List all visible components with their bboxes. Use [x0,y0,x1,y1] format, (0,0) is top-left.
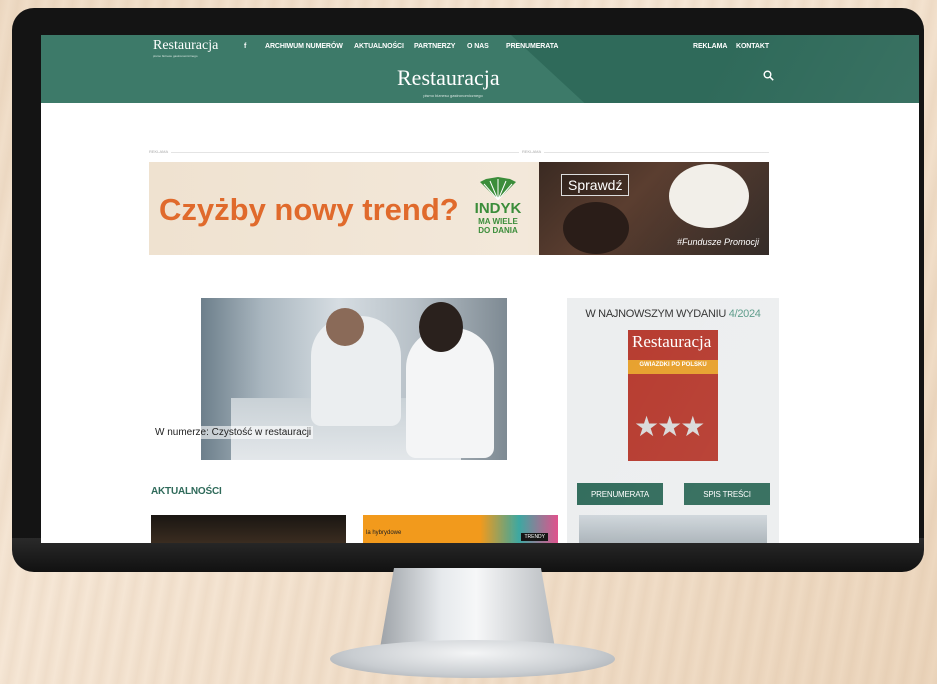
hero-woman-head [419,302,463,352]
turkey-fan-icon [480,177,516,200]
ad-brand-line2: MA WIELE [478,217,518,226]
indyk-logo: INDYK MA WIELE DO DANIA [465,176,531,246]
sidebar-title-text: W NAJNOWSZYM WYDANIU [585,308,727,320]
facebook-icon[interactable]: f [244,43,246,50]
ad-brand-line3: DO DANIA [478,226,518,235]
header-logo-main-tagline: pismo biznesu gastronomicznego [423,93,483,98]
sidebar-thumbnail[interactable] [579,515,767,543]
news-thumbnail-2-text: la hybrydowe [366,530,402,536]
hero-chef-head [326,308,364,346]
table-of-contents-button[interactable]: SPIS TREŚCI [684,483,770,505]
ad-banner[interactable]: Czyżby nowy trend? INDYK MA WIELE DO DAN… [149,162,769,255]
hero-caption-link[interactable]: W numerze: Czystość w restauracji [153,426,314,439]
nav-item-reklama[interactable]: REKLAMA [693,43,727,50]
ad-plate [669,164,749,228]
news-thumbnail-2-tag: TRENDY [521,533,548,541]
ad-headline: Czyżby nowy trend? [159,192,459,227]
stars-icon: ★★★ [634,411,705,442]
nav-item-aktualnosci[interactable]: AKTUALNOŚCI [354,43,404,50]
search-icon[interactable] [763,70,774,81]
header-logo-small-tagline: pismo biznesu gastronomicznego [153,54,198,58]
ad-brand-line1: INDYK [474,200,522,217]
nav-item-o-nas[interactable]: O NAS [467,43,489,50]
ad-divider [149,152,769,153]
nav-item-partnerzy[interactable]: PARTNERZY [414,43,455,50]
news-thumbnail-1[interactable] [151,515,346,543]
website-screen: Restauracja pismo biznesu gastronomiczne… [41,35,919,543]
nav-item-archiwum[interactable]: ARCHIWUM NUMERÓW [265,43,343,50]
subscribe-button[interactable]: PRENUMERATA [577,483,663,505]
ad-label-right: REKLAMA [519,149,545,154]
header-logo-main[interactable]: Restauracja [397,65,500,91]
monitor-chin [12,538,924,572]
magazine-cover-headline: GWIAZDKI PO POLSKU [639,362,707,368]
nav-item-prenumerata[interactable]: PRENUMERATA [506,43,558,50]
ad-label-left: REKLAMA [149,149,172,154]
news-section-heading[interactable]: AKTUALNOŚCI [151,486,222,497]
sidebar-latest-issue: W NAJNOWSZYM WYDANIU 4/2024 Restauracja … [567,298,779,543]
magazine-cover-title: Restauracja [632,332,712,351]
sidebar-title: W NAJNOWSZYM WYDANIU 4/2024 [567,308,779,320]
sidebar-issue-number: 4/2024 [728,308,761,320]
monitor-stand-foot [330,640,615,678]
ad-cta-button[interactable]: Sprawdź [561,174,630,196]
header-logo-small[interactable]: Restauracja [153,38,218,54]
nav-item-kontakt[interactable]: KONTAKT [736,43,769,50]
ad-pan [563,202,629,254]
ad-footer-hashtag: #Fundusze Promocji [676,237,759,247]
magazine-cover[interactable]: Restauracja GWIAZDKI PO POLSKU ★★★ [628,330,718,461]
news-thumbnail-2[interactable]: la hybrydowe TRENDY [363,515,558,543]
monitor-stand-neck [380,568,555,648]
ad-food-photo: Sprawdź #Fundusze Promocji [539,162,769,255]
